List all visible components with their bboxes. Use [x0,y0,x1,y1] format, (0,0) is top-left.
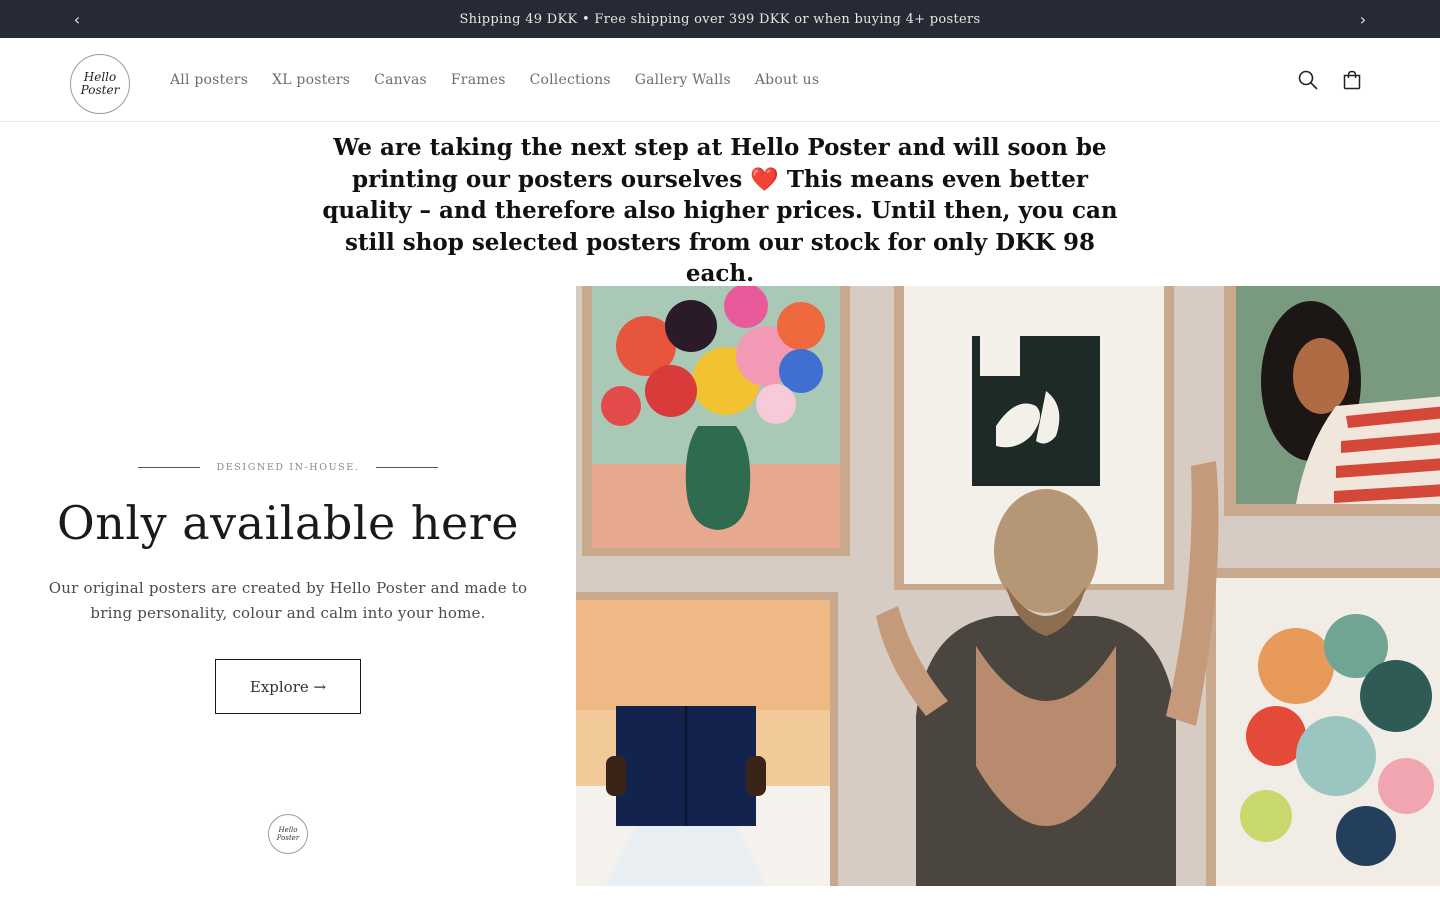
logo[interactable]: Hello Poster [70,54,130,114]
small-logo: Hello Poster [268,814,308,854]
logo-line-2: Poster [80,83,120,97]
hero-title: Only available here [57,496,519,550]
announcement-text: Shipping 49 DKK • Free shipping over 399… [459,11,981,27]
small-logo-line-1: Hello [278,826,298,834]
small-logo-line-2: Poster [276,834,300,842]
nav-item-collections[interactable]: Collections [518,72,623,88]
main-nav: All posters XL posters Canvas Frames Col… [158,38,831,122]
hero-description: Our original posters are created by Hell… [48,579,528,622]
announcement-bar: ‹ Shipping 49 DKK • Free shipping over 3… [0,0,1440,38]
notice-message: We are taking the next step at Hello Pos… [322,134,1118,287]
nav-item-all-posters[interactable]: All posters [158,72,260,88]
gallery-wall-photo [576,286,1440,886]
cart-icon[interactable] [1338,66,1366,94]
eyebrow: DESIGNED IN-HOUSE. [138,460,438,474]
chevron-left-icon[interactable]: ‹ [58,0,96,38]
divider-line [138,466,200,468]
nav-item-about-us[interactable]: About us [743,72,831,88]
search-icon[interactable] [1294,66,1322,94]
nav-item-xl-posters[interactable]: XL posters [260,72,362,88]
nav-item-frames[interactable]: Frames [439,72,518,88]
nav-item-gallery-walls[interactable]: Gallery Walls [623,72,743,88]
hero-text-panel: DESIGNED IN-HOUSE. Only available here O… [0,286,576,886]
site-header: Hello Poster All posters XL posters Canv… [0,38,1440,122]
chevron-right-icon[interactable]: › [1344,0,1382,38]
divider-line [376,466,438,468]
hero-image [576,286,1440,886]
explore-button[interactable]: Explore → [215,659,361,714]
eyebrow-text: DESIGNED IN-HOUSE. [216,461,360,473]
nav-item-canvas[interactable]: Canvas [362,72,439,88]
